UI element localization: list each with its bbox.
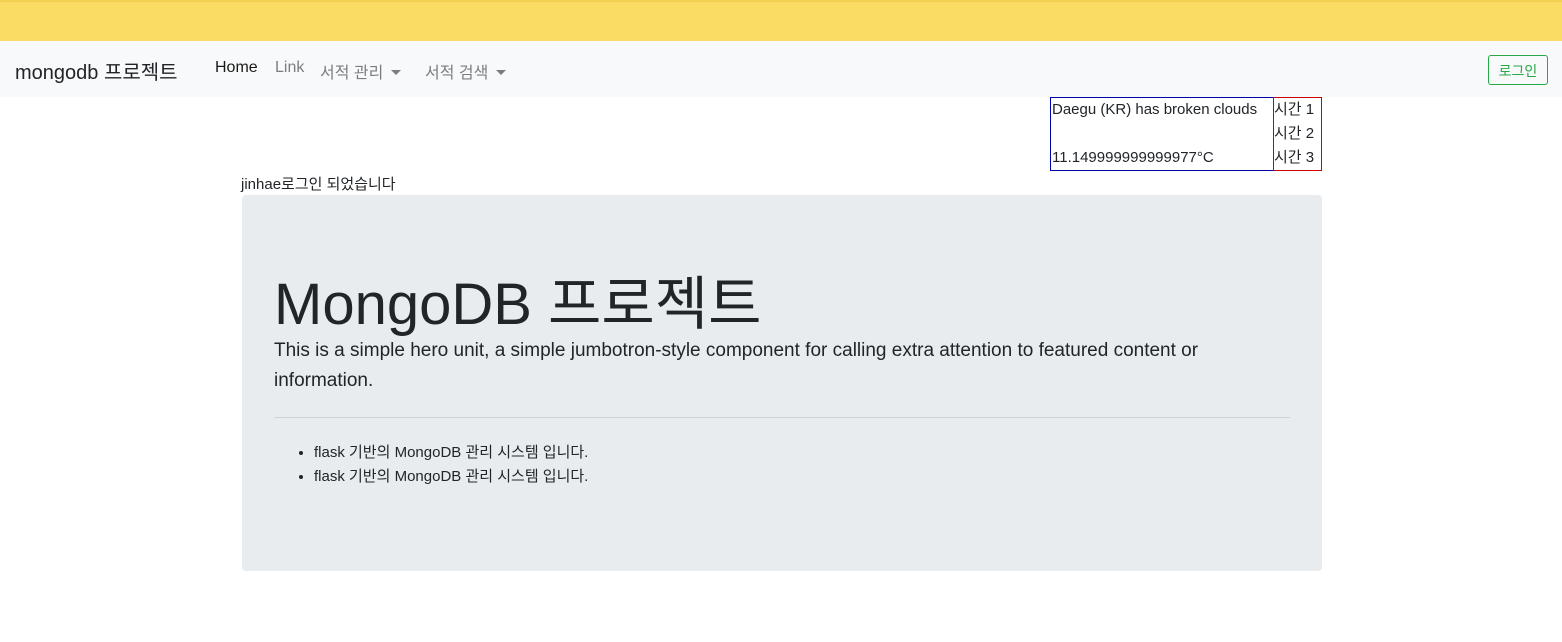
time-panel: 시간 1 시간 2 시간 3	[1273, 97, 1322, 171]
login-status-message: jinhae로그인 되었습니다	[241, 176, 396, 193]
info-list: flask 기반의 MongoDB 관리 시스템 입니다. flask 기반의 …	[274, 441, 588, 489]
nav-book-search-dropdown[interactable]: 서적 검색	[425, 59, 507, 83]
chevron-down-icon	[391, 70, 402, 75]
nav-book-search-label: 서적 검색	[425, 65, 489, 82]
login-button[interactable]: 로그인	[1488, 55, 1548, 85]
time-item: 시간 2	[1274, 125, 1315, 142]
time-item: 시간 1	[1274, 101, 1315, 118]
divider	[274, 417, 1290, 418]
weather-panel: Daegu (KR) has broken clouds 11.14999999…	[1050, 97, 1274, 171]
navbar-brand[interactable]: mongodb 프로젝트	[15, 56, 178, 85]
list-item: flask 기반의 MongoDB 관리 시스템 입니다.	[314, 465, 588, 489]
top-banner	[0, 0, 1562, 41]
nav-link[interactable]: Link	[275, 59, 304, 77]
hero-lead: This is a simple hero unit, a simple jum…	[274, 340, 1199, 391]
nav-home-label: Home	[215, 59, 258, 76]
navbar: mongodb 프로젝트 Home Link 서적 관리 서적 검색 로그인	[0, 41, 1562, 97]
jumbotron: MongoDB 프로젝트 This is a simple hero unit,…	[242, 195, 1322, 571]
list-item: flask 기반의 MongoDB 관리 시스템 입니다.	[314, 441, 588, 465]
nav-link-label: Link	[275, 59, 305, 76]
weather-temperature: 11.149999999999977°C	[1052, 149, 1214, 166]
nav-book-management-label: 서적 관리	[320, 65, 384, 82]
nav-home[interactable]: Home	[215, 59, 258, 77]
hero-title: MongoDB 프로젝트	[274, 272, 762, 337]
chevron-down-icon	[496, 70, 507, 75]
weather-description: Daegu (KR) has broken clouds	[1052, 101, 1258, 118]
nav-book-management-dropdown[interactable]: 서적 관리	[320, 59, 402, 83]
time-item: 시간 3	[1274, 149, 1315, 166]
